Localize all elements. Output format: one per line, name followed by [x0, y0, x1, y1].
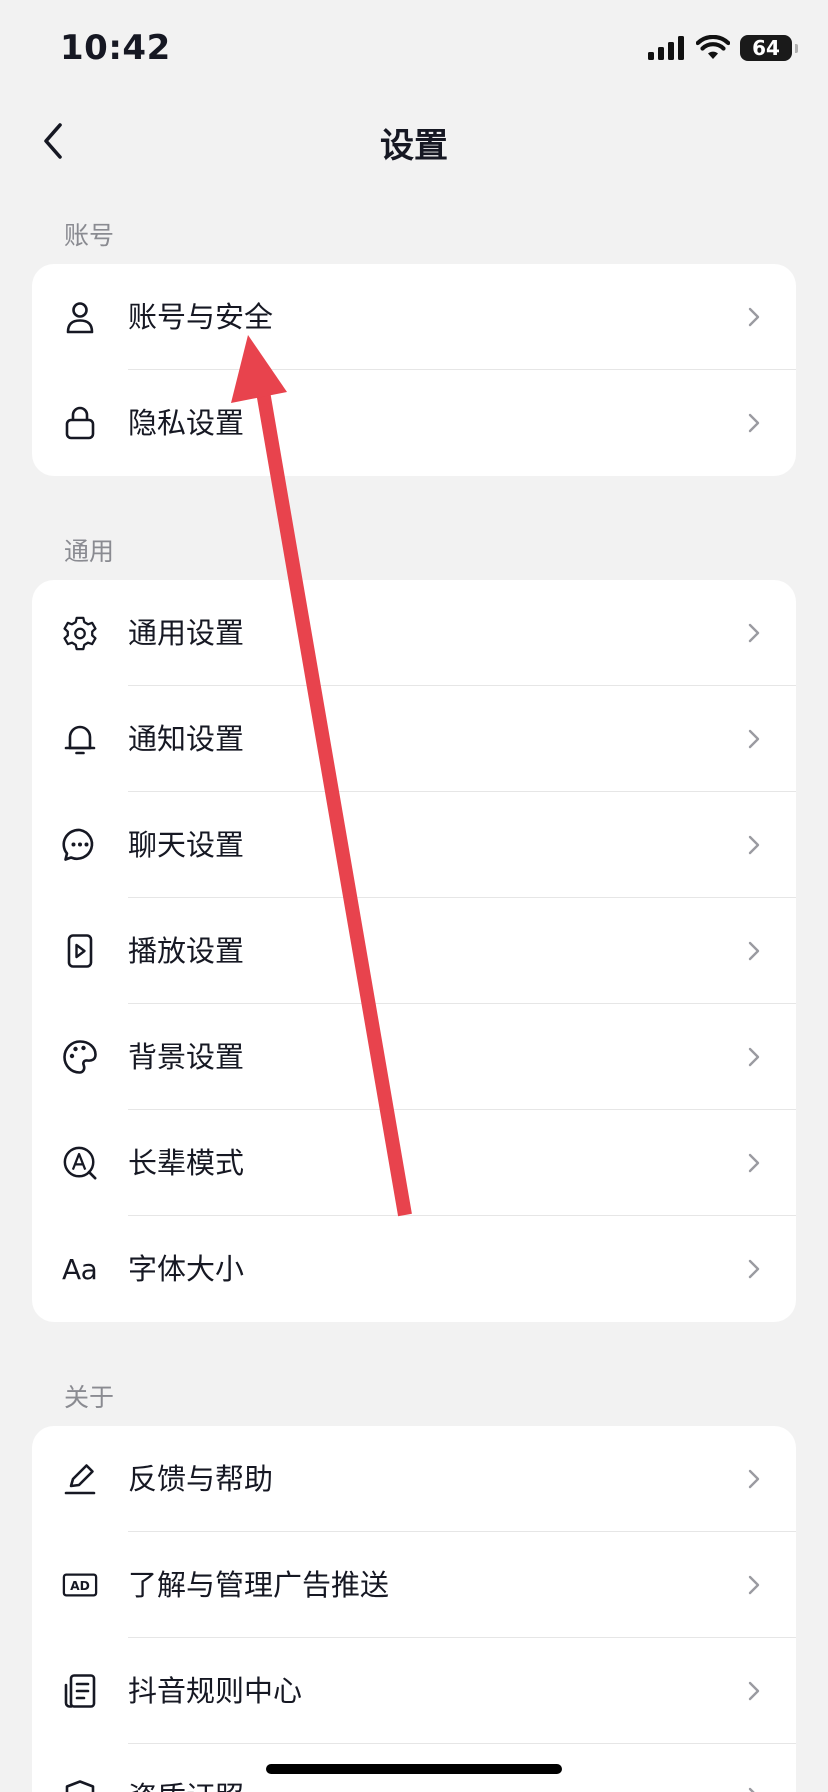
- bell-icon: [62, 721, 98, 757]
- row-label: 抖音规则中心: [128, 1674, 303, 1708]
- settings-row-playback[interactable]: 播放设置: [32, 898, 796, 1004]
- settings-row-background[interactable]: 背景设置: [32, 1004, 796, 1110]
- chat-bubble-icon: [62, 827, 98, 863]
- row-label: 通知设置: [128, 722, 245, 756]
- chevron-right-icon: [748, 1259, 760, 1279]
- palette-icon: [62, 1039, 98, 1075]
- row-label: 聊天设置: [128, 828, 245, 862]
- row-label: 播放设置: [128, 934, 245, 968]
- nav-bar: 设置: [0, 100, 828, 182]
- shield-icon: [62, 1779, 98, 1792]
- status-icons: 64: [648, 34, 798, 62]
- row-label: 反馈与帮助: [128, 1462, 274, 1496]
- ad-icon: AD: [62, 1567, 98, 1603]
- row-label: 了解与管理广告推送: [128, 1568, 390, 1602]
- chevron-right-icon: [748, 1787, 755, 1792]
- font-size-icon-text: Aa: [62, 1252, 98, 1286]
- section-title-general: 通用: [64, 537, 115, 566]
- person-icon: [62, 299, 98, 335]
- row-label: 通用设置: [128, 616, 245, 650]
- section-title-account: 账号: [64, 221, 115, 250]
- section-title-about: 关于: [64, 1383, 115, 1412]
- elder-mode-icon: [62, 1145, 98, 1181]
- chevron-right-icon: [748, 1469, 760, 1489]
- settings-row-feedback[interactable]: 反馈与帮助: [32, 1426, 796, 1532]
- settings-row-ad-management[interactable]: AD 了解与管理广告推送: [32, 1532, 796, 1638]
- page-title: 设置: [380, 126, 448, 166]
- chevron-right-icon: [748, 729, 760, 749]
- row-label: 背景设置: [128, 1040, 245, 1074]
- gear-icon: [62, 615, 98, 651]
- chevron-right-icon: [748, 1681, 760, 1701]
- chevron-right-icon: [748, 307, 760, 327]
- account-group: 账号与安全 隐私设置: [32, 264, 796, 476]
- settings-row-account-security[interactable]: 账号与安全: [32, 264, 796, 370]
- row-label: 资质证照: [128, 1744, 244, 1792]
- pen-icon: [62, 1461, 98, 1497]
- chevron-right-icon: [748, 413, 760, 433]
- ad-icon-text: AD: [70, 1579, 90, 1593]
- status-bar: 10:42 64: [0, 0, 828, 100]
- settings-row-chat[interactable]: 聊天设置: [32, 792, 796, 898]
- settings-row-rules-center[interactable]: 抖音规则中心: [32, 1638, 796, 1744]
- settings-row-general[interactable]: 通用设置: [32, 580, 796, 686]
- play-icon: [62, 933, 98, 969]
- row-label: 字体大小: [128, 1252, 245, 1286]
- general-group: 通用设置 通知设置 聊天设置 播放设置 背景设置 长辈模式 Aa 字体大小: [32, 580, 796, 1322]
- about-group: 反馈与帮助 AD 了解与管理广告推送 抖音规则中心 资质证照: [32, 1426, 796, 1792]
- lock-icon: [62, 405, 98, 441]
- cellular-signal-icon: [648, 36, 684, 60]
- chevron-right-icon: [748, 1575, 760, 1595]
- font-size-icon: Aa: [62, 1251, 108, 1287]
- row-label: 账号与安全: [128, 300, 274, 334]
- settings-row-font-size[interactable]: Aa 字体大小: [32, 1216, 796, 1322]
- chevron-right-icon: [748, 941, 760, 961]
- settings-row-notifications[interactable]: 通知设置: [32, 686, 796, 792]
- chevron-right-icon: [748, 1047, 760, 1067]
- row-label: 长辈模式: [128, 1146, 245, 1180]
- settings-row-elder-mode[interactable]: 长辈模式: [32, 1110, 796, 1216]
- chevron-right-icon: [748, 835, 760, 855]
- wifi-icon: [696, 35, 730, 59]
- status-time: 10:42: [60, 28, 171, 68]
- chevron-right-icon: [748, 623, 760, 643]
- document-icon: [62, 1673, 98, 1709]
- home-indicator: [266, 1764, 562, 1774]
- battery-indicator: 64: [740, 35, 798, 61]
- chevron-right-icon: [748, 1153, 760, 1173]
- settings-row-privacy[interactable]: 隐私设置: [32, 370, 796, 476]
- row-label: 隐私设置: [128, 406, 245, 440]
